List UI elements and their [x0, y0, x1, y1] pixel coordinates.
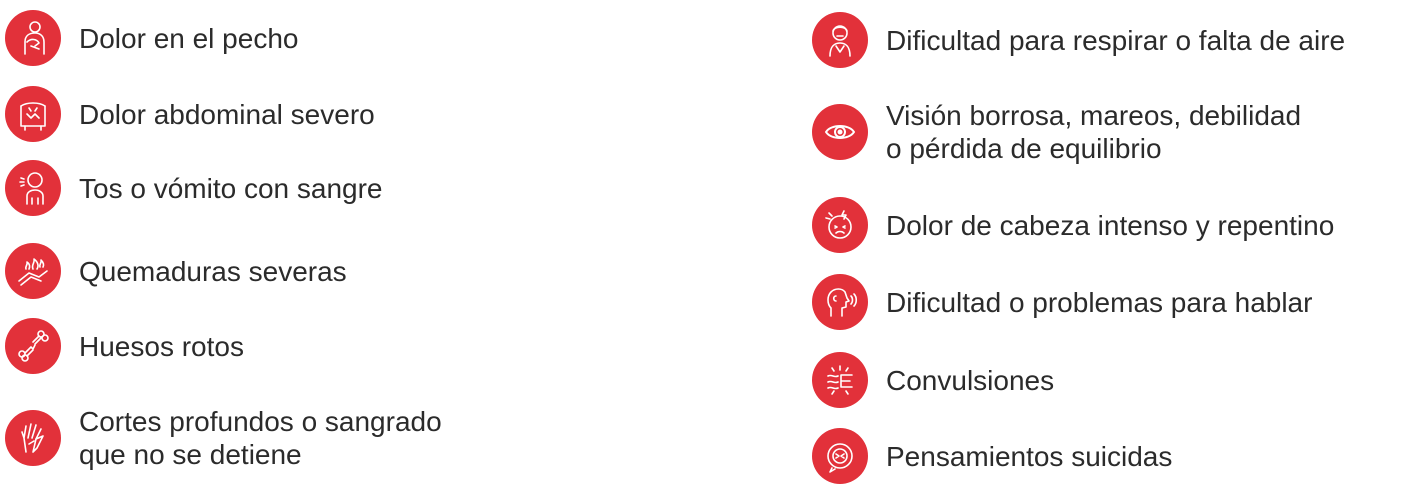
symptom-item-breathing: Dificultad para respirar o falta de aire	[812, 12, 1345, 68]
symptom-item-headache: Dolor de cabeza intenso y repentino	[812, 197, 1334, 253]
symptom-label: Convulsiones	[886, 364, 1055, 396]
symptom-item-broken-bones: Huesos rotos	[0, 318, 244, 374]
symptom-label: Quemaduras severas	[79, 255, 347, 287]
symptom-item-speech: Dificultad o problemas para hablar	[812, 274, 1312, 330]
symptom-label: Dificultad para respirar o falta de aire	[886, 24, 1346, 56]
burn-icon	[5, 243, 61, 299]
symptom-label: Dificultad o problemas para hablar	[886, 286, 1313, 318]
seizure-icon	[812, 352, 868, 408]
symptom-label: Cortes profundos o sangrado que no se de…	[79, 406, 442, 470]
symptom-label: Huesos rotos	[79, 330, 244, 362]
symptom-label: Dolor abdominal severo	[79, 98, 375, 130]
symptom-item-seizures: Convulsiones	[812, 352, 1054, 408]
symptom-item-abdominal-pain: Dolor abdominal severo	[0, 86, 375, 142]
symptom-item-chest-pain: Dolor en el pecho	[0, 10, 298, 66]
symptom-label: Pensamientos suicidas	[886, 440, 1173, 472]
breathing-difficulty-icon	[812, 12, 868, 68]
speech-difficulty-icon	[812, 274, 868, 330]
abdominal-pain-icon	[5, 86, 61, 142]
symptom-item-vision: Visión borrosa, mareos, debilidad o pérd…	[812, 99, 1301, 165]
symptom-item-burns: Quemaduras severas	[0, 243, 347, 299]
symptom-item-cough-blood: Tos o vómito con sangre	[0, 160, 383, 216]
headache-icon	[812, 197, 868, 253]
bleeding-hand-icon	[5, 410, 61, 466]
chest-pain-icon	[5, 10, 61, 66]
broken-bone-icon	[5, 318, 61, 374]
symptom-label: Tos o vómito con sangre	[79, 172, 383, 204]
symptom-label: Dolor en el pecho	[79, 22, 299, 54]
eye-icon	[812, 104, 868, 160]
symptom-item-suicidal-thoughts: Pensamientos suicidas	[812, 428, 1172, 484]
symptom-label: Dolor de cabeza intenso y repentino	[886, 209, 1335, 241]
cough-blood-icon	[5, 160, 61, 216]
symptom-label: Visión borrosa, mareos, debilidad o pérd…	[886, 100, 1302, 164]
symptom-item-deep-cuts: Cortes profundos o sangrado que no se de…	[0, 405, 442, 471]
suicidal-thoughts-icon	[812, 428, 868, 484]
